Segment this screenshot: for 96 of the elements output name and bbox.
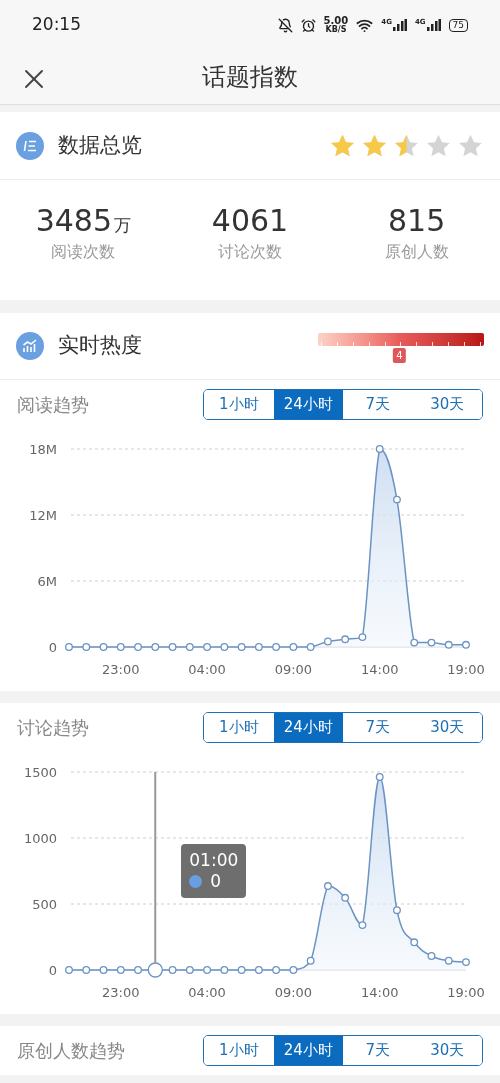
stat-value: 815 (388, 202, 446, 240)
data-point (306, 956, 315, 965)
x-axis-label: 04:00 (188, 985, 226, 1000)
star-icon (425, 132, 452, 159)
star-icon (329, 132, 356, 159)
data-point (289, 966, 298, 974)
data-point (375, 773, 384, 781)
heat-marker: 4 (393, 348, 406, 363)
x-axis-label: 14:00 (360, 985, 399, 1000)
data-point (134, 643, 142, 651)
x-axis-label: 09:00 (274, 985, 313, 1000)
stat-label: 讨论次数 (218, 240, 282, 263)
stat-value: 4061 (211, 202, 289, 240)
data-point (168, 643, 177, 651)
battery-indicator: 75 (448, 18, 468, 32)
line-chart-icon (16, 332, 44, 360)
data-point (203, 643, 212, 651)
data-point (82, 966, 91, 974)
x-axis-label: 23:00 (102, 985, 140, 1000)
clock-time: 20:15 (32, 13, 81, 37)
y-axis-label: 0 (48, 640, 57, 655)
data-point (65, 966, 73, 974)
stat-label: 阅读次数 (51, 240, 116, 263)
stat-value: 3485 (35, 202, 112, 240)
data-point (289, 643, 298, 651)
tooltip-value: 0 (210, 873, 222, 890)
data-point (427, 638, 436, 647)
page-title: 话题指数 (202, 62, 298, 93)
x-axis-label: 23:00 (102, 662, 140, 677)
section-title: 数据总览 (58, 131, 142, 159)
data-point (116, 966, 125, 974)
trend-title: 讨论趋势 (17, 716, 89, 740)
trend-title: 原创人数趋势 (17, 1039, 125, 1063)
data-point (358, 633, 367, 642)
x-axis-label: 19:00 (447, 662, 485, 677)
data-point (323, 882, 332, 890)
x-axis-label: 19:00 (447, 985, 485, 1000)
time-range-tab[interactable]: 24小时 (273, 390, 343, 419)
stat-unit: 万 (114, 214, 131, 238)
bell-off-icon (277, 17, 293, 33)
alarm-clock-icon (300, 17, 316, 33)
y-axis-label: 0 (48, 963, 57, 978)
y-axis-label: 1500 (23, 765, 57, 780)
data-point (462, 640, 470, 649)
x-axis-label: 04:00 (188, 662, 226, 677)
data-point (237, 966, 246, 974)
data-point (410, 638, 419, 647)
data-point (393, 495, 401, 504)
stat-label: 原创人数 (384, 240, 449, 263)
y-axis-label: 1000 (23, 831, 57, 846)
data-point (185, 966, 194, 974)
data-point (237, 643, 246, 651)
time-range-tab[interactable]: 24小时 (273, 1036, 343, 1065)
y-axis-label: 6M (37, 574, 57, 589)
x-axis-label: 14:00 (360, 662, 399, 677)
data-point (99, 643, 108, 651)
data-point (341, 635, 350, 644)
data-point (393, 906, 401, 915)
data-point (65, 643, 73, 651)
data-point (462, 958, 470, 967)
data-point (410, 938, 419, 947)
data-point (254, 643, 263, 651)
list-icon (16, 131, 44, 160)
data-point (306, 643, 315, 651)
data-point (341, 893, 350, 902)
data-point (220, 966, 229, 974)
data-point (99, 966, 108, 974)
data-point (185, 643, 194, 651)
data-point (116, 643, 125, 651)
data-point (375, 445, 384, 453)
section-title: 实时热度 (58, 332, 142, 360)
star-icon (457, 132, 484, 159)
data-point (151, 643, 160, 651)
star-icon (361, 132, 388, 159)
data-point (323, 637, 332, 646)
time-range-tab[interactable]: 24小时 (273, 713, 343, 742)
data-point (82, 643, 91, 651)
data-point (168, 966, 177, 974)
trend-title: 阅读趋势 (17, 393, 89, 417)
data-point (358, 921, 367, 930)
data-point (272, 643, 281, 651)
data-point (272, 966, 281, 974)
data-point (427, 952, 436, 960)
x-axis-label: 09:00 (274, 662, 313, 677)
tooltip-time: 01:00 (189, 852, 239, 869)
data-point (203, 966, 212, 974)
y-axis-label: 18M (29, 442, 57, 457)
data-point (444, 956, 453, 965)
data-point (220, 643, 229, 651)
data-point (134, 966, 142, 974)
data-point (147, 962, 163, 978)
y-axis-label: 500 (32, 897, 57, 912)
data-point (254, 966, 263, 974)
y-axis-label: 12M (29, 508, 57, 523)
data-point (444, 640, 453, 649)
network-speed: 5.00 KB/S (323, 16, 349, 34)
